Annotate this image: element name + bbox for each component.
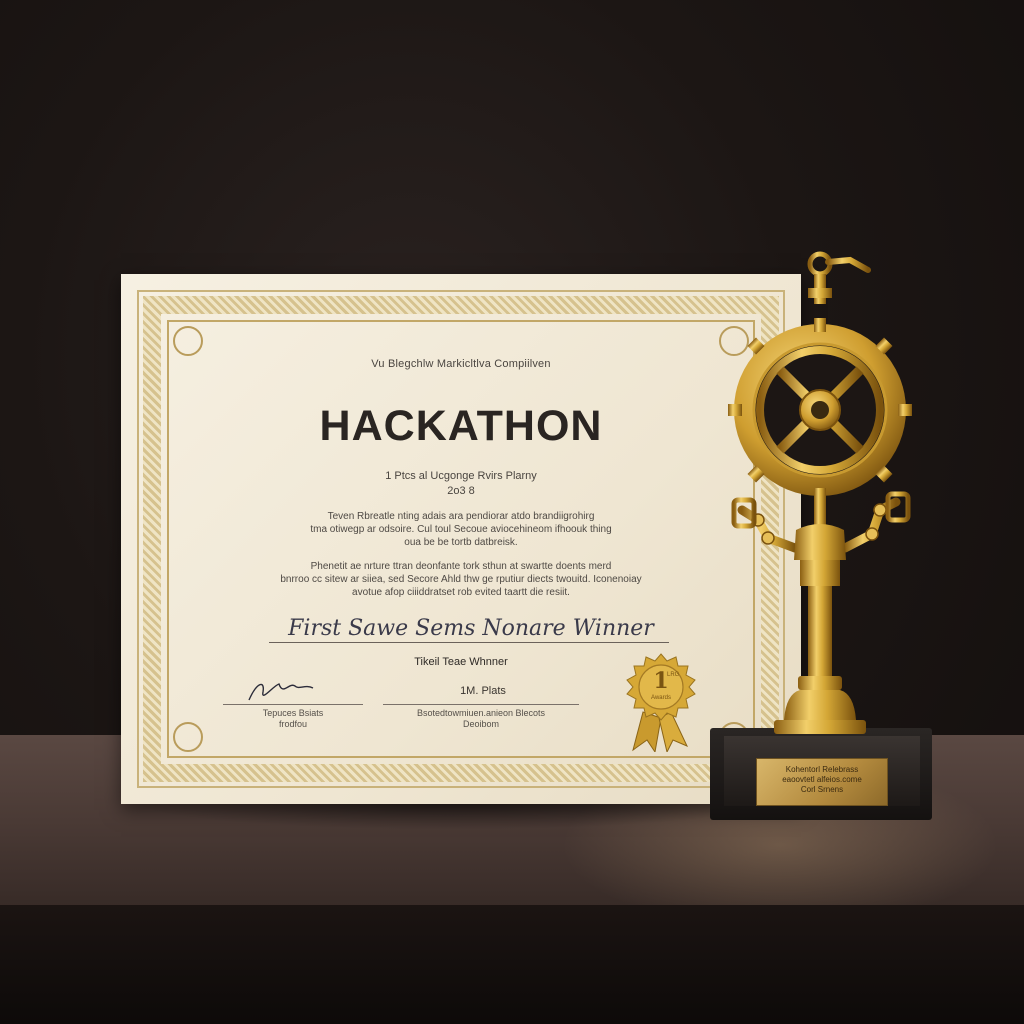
gear-trophy: Kohentorl Relebrass eaoovtetl alfeios.co… xyxy=(700,248,950,838)
signature-left-label-line: frodfou xyxy=(278,719,308,729)
certificate-subtitle: Vu Blegchlw Markicltlva Compiilven xyxy=(371,358,551,370)
seal-caption: Awards xyxy=(651,695,671,701)
signature-left xyxy=(248,683,314,701)
paragraph-2-line: avotue afop ciiiddratset rob evited taar… xyxy=(352,587,570,598)
certificate-title: HACKATHON xyxy=(319,402,603,450)
plaque-line: Kohentorl Relebrass xyxy=(785,765,859,774)
trophy-plaque: Kohentorl Relebrass eaoovtetl alfeios.co… xyxy=(756,758,888,806)
corner-ornament xyxy=(173,722,203,752)
place-label: 1M. Plats xyxy=(460,685,506,697)
plaque-line: Corl Srnens xyxy=(800,785,844,794)
paragraph-1-line: Teven Rbreatle nting adais ara pendiorar… xyxy=(327,511,595,522)
handwritten-award-title: First Sawe Sems Nonare Winner xyxy=(288,616,654,641)
paragraph-1-line: tma otiwegp ar odsoire. Cul toul Secoue … xyxy=(310,524,612,535)
table-edge xyxy=(0,905,1024,1024)
award-title-line xyxy=(269,642,669,643)
certificate: Vu Blegchlw Markicltlva Compiilven HACKA… xyxy=(121,274,801,804)
gear-icon xyxy=(728,318,912,502)
trophy-gold-body xyxy=(728,251,912,734)
signature-line-left xyxy=(223,704,363,705)
signature-right-label-line: Bsotedtowmiuen.anieon Blecots xyxy=(416,708,546,718)
paragraph-1-line: oua be be tortb datbreisk. xyxy=(404,537,518,548)
signature-left-label: Tepuces Bsiats frodfou xyxy=(223,708,363,730)
signature-right-label-line: Deoibom xyxy=(462,719,500,729)
corner-ornament xyxy=(173,326,203,356)
signature-line-right xyxy=(383,704,579,705)
seal-rank-suffix: LRG xyxy=(667,672,680,678)
paragraph-2-line: bnrroo cc sitew ar siiea, sed Secore Ahl… xyxy=(280,574,642,585)
plaque-line: eaoovtetl alfeios.come xyxy=(782,775,862,784)
signature-left-label-line: Tepuces Bsiats xyxy=(262,708,324,718)
paragraph-2-line: Phenetit ae nrture ttran deonfante tork … xyxy=(310,561,612,572)
gold-seal-graphic xyxy=(626,653,696,754)
place-line: 1 Ptcs al Ucgonge Rvirs Plarny xyxy=(385,470,537,482)
year: 2o3 8 xyxy=(447,485,475,497)
signature-right-label: Bsotedtowmiuen.anieon Blecots Deoibom xyxy=(383,708,579,730)
gold-seal: 1 LRG Awards xyxy=(621,652,701,754)
